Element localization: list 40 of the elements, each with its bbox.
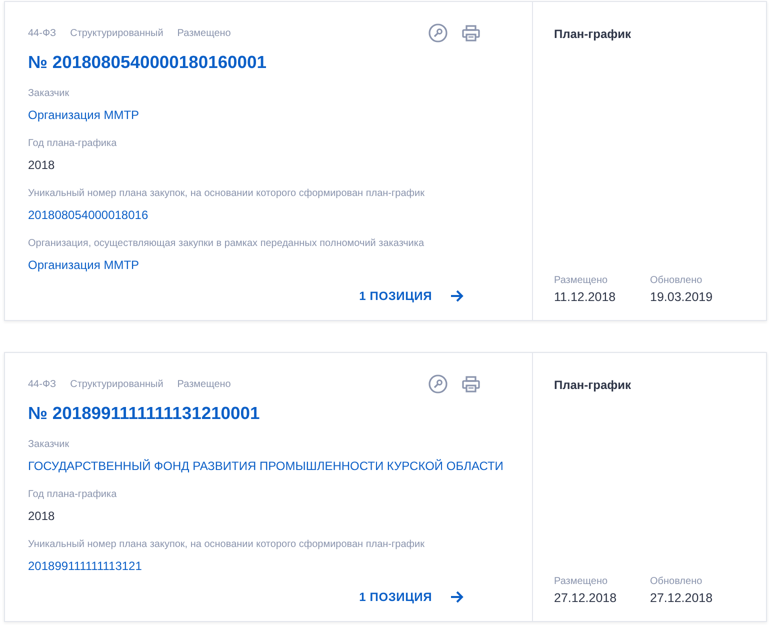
tag-label: Размещено — [177, 378, 231, 390]
field-link[interactable]: 201808054000018016 — [28, 206, 148, 224]
tag-label: 44-ФЗ — [28, 28, 56, 38]
date-label: Размещено — [554, 575, 608, 589]
tag-label: Размещено — [177, 28, 231, 38]
date-value: 27.12.2018 — [650, 590, 713, 607]
document-type: План-график — [554, 27, 632, 41]
date-value: 27.12.2018 — [554, 590, 617, 607]
tag-label: Структурированный — [70, 28, 164, 38]
arrow-right-icon — [450, 591, 464, 603]
field-label: Заказчик — [28, 438, 70, 452]
positions-link[interactable]: 1 ПОЗИЦИЯ — [359, 587, 464, 607]
field-label: Уникальный номер плана закупок, на основании которого сформирован план-график — [28, 538, 426, 552]
plan-number[interactable]: № 2018080540000180160001 — [28, 51, 266, 73]
arrow-right-icon — [450, 290, 464, 302]
print-icon[interactable] — [462, 24, 480, 42]
key-icon[interactable] — [428, 374, 448, 394]
field-label: Год плана-графика — [28, 137, 118, 151]
key-icon[interactable] — [428, 23, 448, 43]
field-value: 2018 — [28, 157, 55, 174]
plan-number[interactable]: № 2018991111111131210001 — [28, 402, 260, 424]
field-link[interactable]: Организация ММТР — [28, 106, 140, 124]
positions-link[interactable]: 1 ПОЗИЦИЯ — [359, 286, 464, 306]
field-link[interactable]: 201899111111113121 — [28, 557, 142, 575]
document-type: План-график — [554, 378, 632, 392]
field-value: 2018 — [28, 508, 55, 525]
print-icon[interactable] — [462, 376, 480, 392]
date-value: 19.03.2019 — [650, 289, 713, 306]
date-label: Обновлено — [650, 274, 702, 288]
date-value: 11.12.2018 — [554, 289, 616, 306]
field-label: Уникальный номер плана закупок, на основании которого сформирован план-график — [28, 187, 426, 201]
tag-label: 44-ФЗ — [28, 378, 56, 390]
tag-label: Структурированный — [70, 378, 164, 390]
field-label: Заказчик — [28, 87, 70, 101]
field-link[interactable]: Организация ММТР — [28, 256, 140, 274]
date-label: Обновлено — [650, 575, 702, 589]
date-label: Размещено — [554, 274, 608, 288]
field-link[interactable]: ГОСУДАРСТВЕННЫЙ ФОНД РАЗВИТИЯ ПРОМЫШЛЕННОСТИ КУРСКОЙ ОБЛАСТИ — [28, 457, 504, 475]
field-label: Год плана-графика — [28, 488, 118, 502]
field-label: Организация, осуществляющая закупки в рамках переданных полномочий заказчика — [28, 237, 426, 251]
